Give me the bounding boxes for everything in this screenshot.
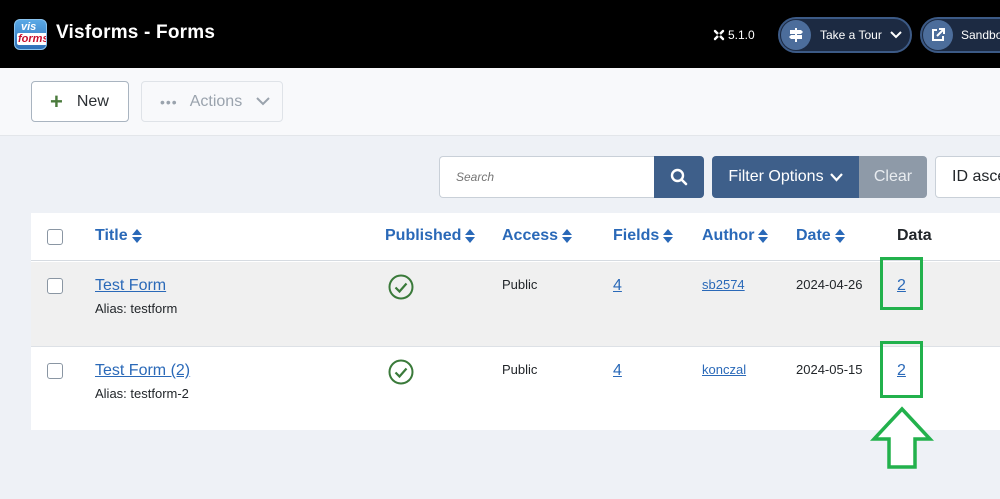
row-checkbox[interactable] <box>47 278 63 294</box>
fields-count-link[interactable]: 4 <box>613 362 622 380</box>
clear-button[interactable]: Clear <box>859 156 927 198</box>
column-fields-header[interactable]: Fields <box>613 227 674 245</box>
take-a-tour-button[interactable]: Take a Tour <box>778 17 912 53</box>
version-info: 5.1.0 <box>713 28 755 42</box>
row-checkbox[interactable] <box>47 363 63 379</box>
app-header: vis forms Visforms - Forms 5.1.0 Take a … <box>0 0 1000 68</box>
form-title-link[interactable]: Test Form <box>95 277 166 295</box>
column-data-header: Data <box>897 227 932 244</box>
forms-table: Title Published Access Fields Author Dat… <box>31 213 1000 430</box>
sandbox-label: Sandbox <box>961 28 1000 42</box>
sort-icon <box>663 229 674 243</box>
sort-icon <box>758 229 769 243</box>
filter-options-label: Filter Options <box>728 168 824 185</box>
filter-options-button[interactable]: Filter Options <box>712 156 859 198</box>
access-value: Public <box>502 277 538 292</box>
form-alias: Alias: testform <box>95 301 178 316</box>
ellipsis-icon: ••• <box>160 93 178 110</box>
author-link[interactable]: sb2574 <box>702 277 745 292</box>
select-all-checkbox[interactable] <box>47 229 63 245</box>
sort-order-select[interactable]: ID ascending <box>935 156 1000 198</box>
new-button[interactable]: + New <box>31 81 129 122</box>
toolbar: + New ••• Actions <box>0 68 1000 136</box>
sandbox-button[interactable]: Sandbox <box>920 17 1000 53</box>
column-access-header[interactable]: Access <box>502 227 573 245</box>
up-arrow-icon <box>870 406 934 469</box>
sort-icon <box>465 229 476 243</box>
actions-label: Actions <box>189 92 243 110</box>
signpost-icon <box>781 20 811 50</box>
joomla-icon <box>713 29 725 41</box>
form-title-link[interactable]: Test Form (2) <box>95 362 190 380</box>
date-value: 2024-05-15 <box>796 362 863 377</box>
date-value: 2024-04-26 <box>796 277 863 292</box>
visforms-logo: vis forms <box>14 19 47 50</box>
published-check-icon[interactable] <box>388 359 414 385</box>
page-title: Visforms - Forms <box>56 22 216 43</box>
published-check-icon[interactable] <box>388 274 414 300</box>
table-row: Test Form Alias: testform Public 4 sb257… <box>31 262 1000 346</box>
column-title-header[interactable]: Title <box>95 227 142 245</box>
access-value: Public <box>502 362 538 377</box>
take-a-tour-label: Take a Tour <box>820 28 882 42</box>
new-label: New <box>76 92 109 110</box>
author-link[interactable]: konczal <box>702 362 746 377</box>
form-alias: Alias: testform-2 <box>95 386 189 401</box>
actions-dropdown[interactable]: ••• Actions <box>141 81 283 122</box>
chevron-down-icon <box>256 97 270 106</box>
search-button[interactable] <box>654 156 704 198</box>
sort-icon <box>834 229 845 243</box>
highlight-box <box>880 341 923 398</box>
version-number: 5.1.0 <box>728 28 755 42</box>
column-published-header[interactable]: Published <box>385 227 476 245</box>
sort-icon <box>131 229 142 243</box>
sort-order-value: ID ascending <box>952 168 1000 185</box>
search-input[interactable] <box>439 156 655 198</box>
external-link-icon <box>923 20 953 50</box>
table-header: Title Published Access Fields Author Dat… <box>31 213 1000 261</box>
fields-count-link[interactable]: 4 <box>613 277 622 295</box>
highlight-box <box>880 257 923 310</box>
chevron-down-icon <box>829 172 843 182</box>
search-icon <box>670 168 688 186</box>
column-author-header[interactable]: Author <box>702 227 769 245</box>
column-date-header[interactable]: Date <box>796 227 845 245</box>
table-row: Test Form (2) Alias: testform-2 Public 4… <box>31 346 1000 430</box>
sort-icon <box>562 229 573 243</box>
chevron-down-icon <box>890 31 902 39</box>
clear-label: Clear <box>873 168 913 185</box>
plus-icon: + <box>50 88 63 114</box>
